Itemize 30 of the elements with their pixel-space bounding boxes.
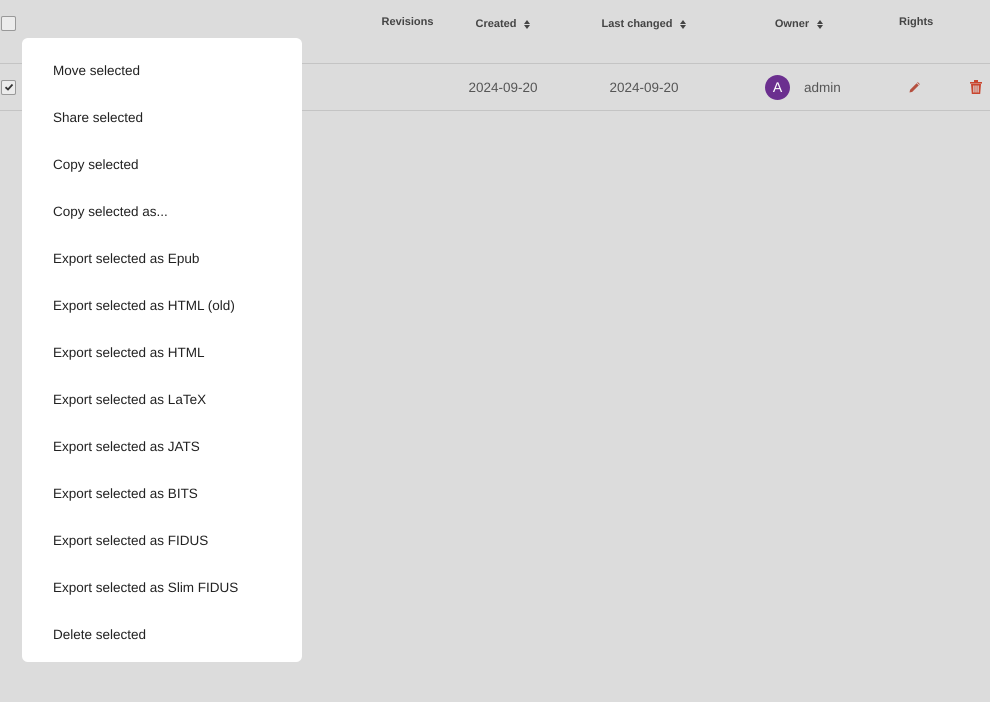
sort-icon[interactable] [817, 20, 824, 29]
menu-item[interactable]: Delete selected [22, 623, 302, 670]
menu-item[interactable]: Export selected as Epub [22, 247, 302, 294]
avatar: A [765, 74, 790, 100]
menu-item[interactable]: Copy selected as... [22, 200, 302, 247]
menu-item[interactable]: Export selected as HTML [22, 341, 302, 388]
select-all-checkbox[interactable] [1, 16, 16, 31]
menu-item[interactable]: Export selected as HTML (old) [22, 294, 302, 341]
pencil-icon[interactable] [908, 80, 922, 94]
changed-date: 2024-09-20 [609, 80, 679, 94]
column-header[interactable]: Owner [774, 18, 810, 30]
owner-name: admin [804, 80, 841, 94]
sort-icon[interactable] [680, 20, 686, 29]
column-header[interactable]: Created [476, 18, 516, 30]
row-checkbox[interactable] [1, 80, 16, 94]
menu-item[interactable]: Export selected as LaTeX [22, 388, 302, 435]
menu-item[interactable]: Export selected as FIDUS [22, 529, 302, 576]
sort-icon[interactable] [524, 20, 530, 29]
column-header: Revisions [382, 16, 434, 28]
menu-item[interactable]: Copy selected [22, 153, 302, 200]
column-header[interactable]: Last changed [602, 18, 672, 30]
check-icon [4, 82, 14, 92]
menu-item[interactable]: Export selected as Slim FIDUS [22, 576, 302, 623]
menu-item[interactable]: Export selected as JATS [22, 435, 302, 482]
menu-item[interactable]: Move selected [22, 59, 302, 106]
column-header: Rights [899, 16, 934, 28]
created-date: 2024-09-20 [468, 80, 538, 94]
trash-icon[interactable] [970, 80, 982, 94]
menu-item[interactable]: Export selected as BITS [22, 482, 302, 529]
menu-item[interactable]: Share selected [22, 106, 302, 153]
